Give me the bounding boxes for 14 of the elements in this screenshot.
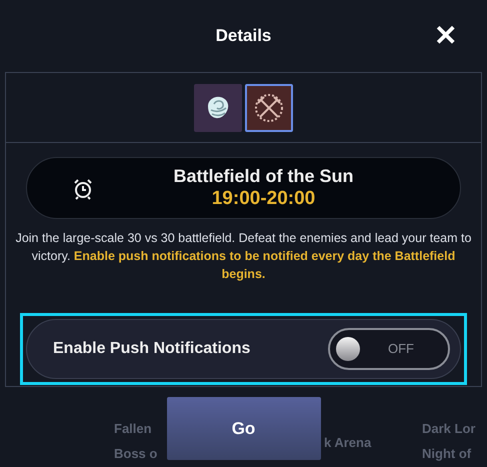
event-title: Battlefield of the Sun: [172, 164, 354, 188]
go-button[interactable]: Go: [166, 397, 320, 460]
setting-label: Enable Push Notifications: [53, 339, 250, 359]
background-tile-title: Fallen: [114, 420, 152, 438]
background-tile-title: Boss o: [114, 445, 158, 463]
background-tile-title: k Arena: [324, 434, 372, 452]
window-title: Details: [216, 25, 272, 48]
event-time: 19:00-20:00: [210, 187, 316, 212]
event-description: Join the large-scale 30 vs 30 battlefield. Defeat the enemies and lead your team to victory. Enable push notifications to be notified every day the Battlefield begins.: [14, 230, 472, 283]
background-tile-title: Dark Lor: [422, 420, 476, 438]
background-tile-title: Night of: [422, 445, 472, 463]
crossed-swords-icon[interactable]: [245, 84, 293, 132]
close-button[interactable]: ✕: [434, 22, 457, 50]
toggle-switch[interactable]: OFF: [328, 328, 450, 370]
